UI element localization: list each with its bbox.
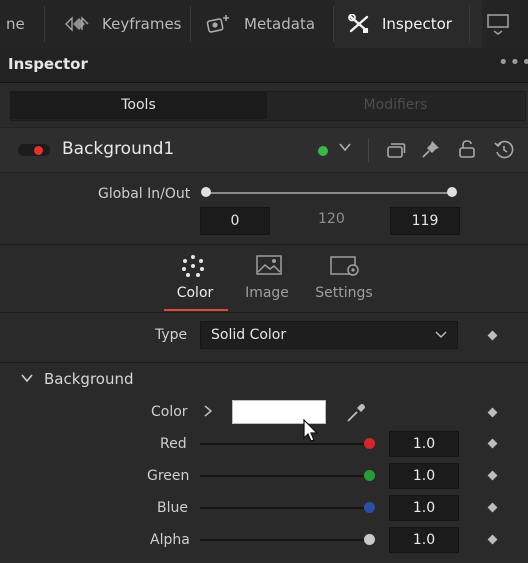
lock-icon[interactable] bbox=[457, 139, 477, 163]
tab-label: Keyframes bbox=[102, 15, 182, 33]
type-value: Solid Color bbox=[211, 327, 287, 343]
tab-label: ne bbox=[6, 15, 25, 33]
green-slider-handle[interactable] bbox=[364, 470, 375, 481]
red-slider-track[interactable] bbox=[200, 443, 370, 445]
collapse-chevron-icon[interactable] bbox=[20, 372, 34, 388]
versions-icon[interactable] bbox=[386, 141, 406, 163]
channel-label: Alpha bbox=[150, 532, 190, 548]
range-end-handle[interactable] bbox=[447, 187, 457, 197]
tab-divider bbox=[190, 6, 191, 42]
image-icon bbox=[255, 254, 283, 282]
keyframe-diamond-icon[interactable] bbox=[487, 534, 498, 545]
type-dropdown[interactable]: Solid Color bbox=[200, 321, 458, 349]
divider bbox=[0, 312, 528, 313]
divider bbox=[0, 244, 528, 245]
range-duration: 120 bbox=[318, 211, 345, 227]
options-menu-button[interactable]: ••• bbox=[498, 52, 528, 73]
alpha-value-field[interactable]: 1.0 bbox=[389, 527, 459, 553]
subtab-image[interactable]: Image bbox=[232, 285, 302, 301]
keyframe-diamond-icon[interactable] bbox=[487, 330, 498, 341]
tab-metadata[interactable]: Metadata bbox=[192, 0, 346, 48]
enable-dot bbox=[34, 146, 43, 155]
subtab-color[interactable]: Color bbox=[160, 285, 230, 301]
global-inout-label: Global In/Out bbox=[98, 186, 191, 202]
keyframes-icon bbox=[64, 16, 90, 32]
alpha-slider-handle[interactable] bbox=[364, 534, 375, 545]
node-name: Background1 bbox=[62, 139, 175, 159]
red-slider-handle[interactable] bbox=[364, 438, 375, 449]
channel-label: Red bbox=[160, 436, 187, 452]
type-label: Type bbox=[155, 327, 188, 343]
color-label: Color bbox=[151, 404, 188, 420]
green-slider-track[interactable] bbox=[200, 475, 370, 477]
settings-icon bbox=[329, 254, 361, 282]
global-inout-range[interactable] bbox=[206, 192, 453, 194]
green-value-field[interactable]: 1.0 bbox=[389, 463, 459, 489]
range-start-handle[interactable] bbox=[201, 187, 211, 197]
in-point-field[interactable]: 0 bbox=[200, 207, 270, 235]
channel-label: Blue bbox=[157, 500, 188, 516]
panel-layout-icon[interactable] bbox=[486, 13, 510, 41]
inspector-icon bbox=[348, 14, 370, 34]
alpha-slider-track[interactable] bbox=[200, 539, 370, 541]
section-title: Background bbox=[44, 370, 134, 388]
out-point-field[interactable]: 119 bbox=[390, 207, 460, 235]
keyframe-diamond-icon[interactable] bbox=[487, 502, 498, 513]
tools-tab[interactable]: Tools bbox=[10, 91, 267, 119]
metadata-icon bbox=[206, 15, 232, 33]
active-tab-underline bbox=[164, 309, 228, 311]
chevron-down-icon bbox=[435, 327, 447, 343]
reset-icon[interactable] bbox=[493, 139, 515, 165]
blue-value-field[interactable]: 1.0 bbox=[389, 495, 459, 521]
tab-label: Inspector bbox=[382, 15, 452, 33]
inspector-title: Inspector bbox=[8, 55, 88, 73]
keyframe-diamond-icon[interactable] bbox=[487, 438, 498, 449]
tab-divider bbox=[44, 6, 45, 42]
tab-inspector[interactable]: Inspector bbox=[334, 0, 482, 48]
modifiers-tab[interactable]: Modifiers bbox=[267, 91, 524, 119]
subtab-settings[interactable]: Settings bbox=[305, 285, 383, 301]
tab-keyframes[interactable]: Keyframes bbox=[54, 0, 199, 48]
keyframe-diamond-icon[interactable] bbox=[487, 407, 498, 418]
keyframe-diamond-icon[interactable] bbox=[487, 470, 498, 481]
tab-partial[interactable]: ne bbox=[0, 0, 44, 48]
chevron-down-icon[interactable] bbox=[338, 140, 352, 158]
node-status-dot[interactable] bbox=[318, 146, 328, 156]
blue-slider-track[interactable] bbox=[200, 507, 370, 509]
red-value-field[interactable]: 1.0 bbox=[389, 431, 459, 457]
pin-icon[interactable] bbox=[421, 139, 441, 163]
channel-label: Green bbox=[147, 468, 190, 484]
header-divider bbox=[368, 138, 369, 162]
eyedropper-icon[interactable] bbox=[345, 402, 367, 428]
blue-slider-handle[interactable] bbox=[364, 502, 375, 513]
divider bbox=[0, 362, 528, 363]
expand-chevron-icon[interactable] bbox=[203, 404, 213, 422]
tab-divider bbox=[469, 6, 470, 42]
color-dots-icon bbox=[179, 253, 207, 283]
tab-label: Metadata bbox=[244, 15, 316, 33]
